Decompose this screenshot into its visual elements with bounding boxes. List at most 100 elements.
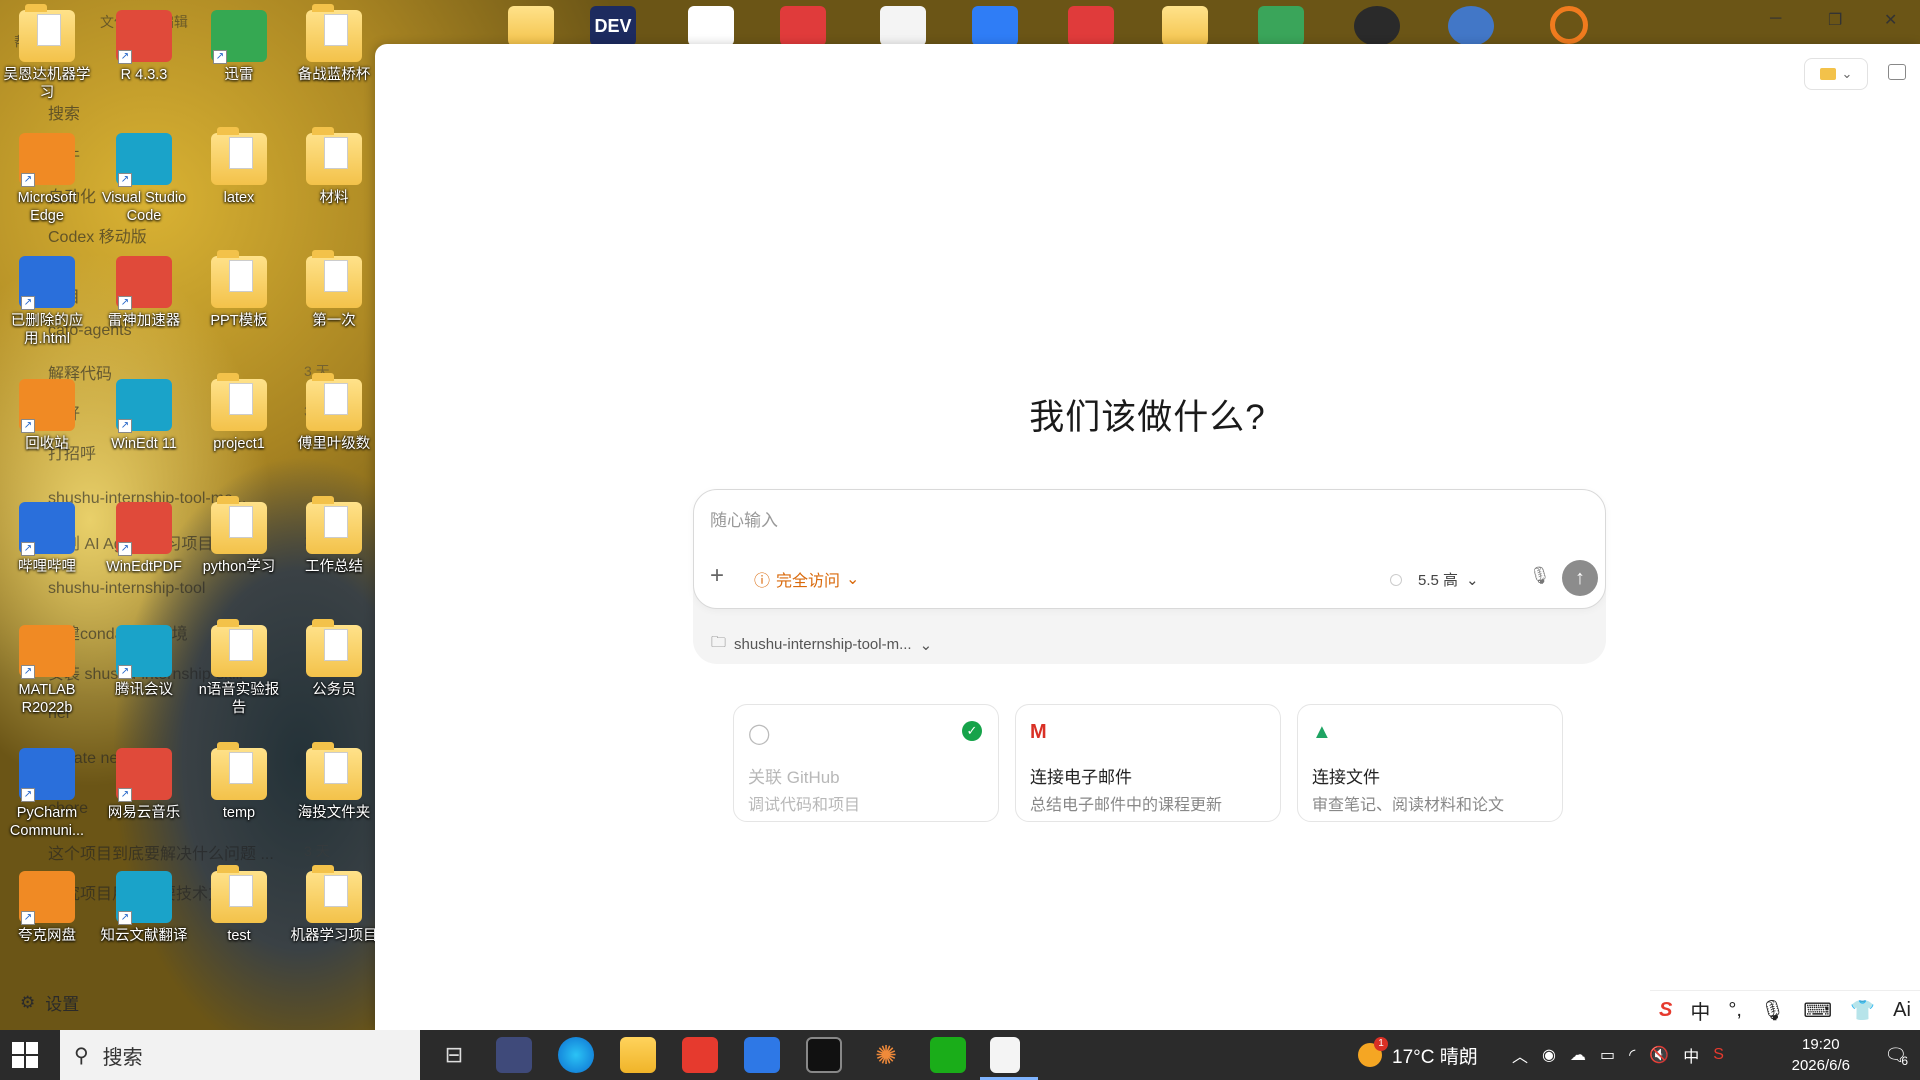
connector-card[interactable]: ◯ 关联 GitHub 调试代码和项目 ✓ bbox=[733, 704, 999, 822]
app-icon[interactable] bbox=[688, 6, 734, 46]
desktop-icon[interactable]: ↗ 夸克网盘 bbox=[0, 871, 94, 945]
prompt-input[interactable]: 随心输入 bbox=[710, 506, 778, 531]
open-in-dropdown[interactable]: ⌄ bbox=[1804, 58, 1868, 90]
task-view-icon[interactable]: ⊟ bbox=[436, 1037, 472, 1073]
background-thread-item[interactable]: shushu-internship-tool bbox=[48, 580, 205, 598]
toggle-panel-icon[interactable] bbox=[1888, 64, 1906, 80]
settings-button[interactable]: ⚙ 设置 bbox=[20, 990, 79, 1015]
background-thread-item[interactable]: 搜索 bbox=[48, 100, 80, 124]
desktop-icon[interactable]: 备战蓝桥杯 bbox=[287, 4, 381, 84]
desktop-icon[interactable]: python学习 bbox=[192, 496, 286, 576]
system-clock[interactable]: 19:20 2026/6/6 bbox=[1792, 1034, 1850, 1076]
folder-icon[interactable] bbox=[508, 6, 554, 46]
wps-icon[interactable] bbox=[682, 1037, 718, 1073]
desktop-icon[interactable]: ↗ 知云文献翻译 bbox=[97, 871, 191, 945]
desktop-icon[interactable]: ↗ 已删除的应用.html bbox=[0, 256, 94, 348]
language-indicator[interactable]: 中 bbox=[1683, 1043, 1699, 1067]
desktop-icon[interactable]: ↗ 哔哩哔哩 bbox=[0, 502, 94, 576]
taskbar-search-placeholder: 搜索 bbox=[102, 1046, 143, 1069]
desktop-icon[interactable]: ↗ 回收站 bbox=[0, 379, 94, 453]
desktop-icon[interactable]: ↗ Microsoft Edge bbox=[0, 133, 94, 225]
background-thread-item[interactable]: Codex 移动版 bbox=[48, 223, 147, 247]
codex-document-icon[interactable] bbox=[990, 1037, 1020, 1073]
folder-icon[interactable] bbox=[1162, 6, 1208, 46]
background-thread-item[interactable]: 这个项目到底要解决什么问题 ... bbox=[48, 840, 274, 864]
desktop-icon[interactable]: PPT模板 bbox=[192, 250, 286, 330]
add-attachment-button[interactable]: + bbox=[710, 562, 724, 590]
powershell-icon[interactable] bbox=[744, 1037, 780, 1073]
desktop-icon[interactable]: ↗ 腾讯会议 bbox=[97, 625, 191, 699]
devcpp-icon[interactable]: DEV bbox=[590, 6, 636, 46]
gauge-icon[interactable] bbox=[1354, 6, 1400, 46]
desktop-icon[interactable]: ↗ MATLAB R2022b bbox=[0, 625, 94, 717]
windows-start-icon[interactable] bbox=[12, 1042, 38, 1068]
desktop-icon[interactable]: 机器学习项目 bbox=[287, 865, 381, 945]
feishu-icon[interactable] bbox=[972, 6, 1018, 46]
home-app-icon[interactable] bbox=[1448, 6, 1494, 46]
desktop-icon[interactable]: ↗ PyCharm Communi... bbox=[0, 748, 94, 840]
cloud-icon[interactable]: ☁ bbox=[1570, 1045, 1586, 1065]
volume-muted-icon[interactable]: 🔇 bbox=[1649, 1045, 1669, 1065]
keyboard-icon[interactable]: ⌨ bbox=[1803, 998, 1832, 1023]
wps-pdf-icon[interactable] bbox=[1068, 6, 1114, 46]
desktop-icon[interactable]: 傅里叶级数 bbox=[287, 373, 381, 453]
desktop-icon[interactable]: latex bbox=[192, 127, 286, 207]
edge-icon[interactable] bbox=[558, 1037, 594, 1073]
gear-icon: ⚙ bbox=[20, 992, 36, 1012]
sogou-icon[interactable]: S bbox=[1713, 1046, 1724, 1064]
claude-icon[interactable]: ✺ bbox=[868, 1037, 904, 1073]
ime-toolbar: S 中 °, 🎙 ⌨ 👕 Ai bbox=[1650, 990, 1920, 1030]
send-button[interactable]: ↑ bbox=[1562, 560, 1598, 596]
microphone-icon[interactable]: 🎙 bbox=[1760, 998, 1785, 1023]
desktop-icon[interactable]: ↗ R 4.3.3 bbox=[97, 10, 191, 84]
desktop-icon[interactable]: ↗ 雷神加速器 bbox=[97, 256, 191, 330]
terminal-icon[interactable] bbox=[806, 1037, 842, 1073]
battery-icon[interactable]: ▭ bbox=[1600, 1045, 1615, 1065]
desktop-icon[interactable]: 材料 bbox=[287, 127, 381, 207]
ai-icon[interactable]: Ai bbox=[1893, 999, 1911, 1022]
notification-button[interactable]: 🗨 6 bbox=[1884, 1030, 1908, 1080]
connector-card[interactable]: ▲ 连接文件 审查笔记、阅读材料和论文 bbox=[1297, 704, 1563, 822]
taskbar-search[interactable]: ⚲ 搜索 bbox=[60, 1030, 420, 1080]
desktop-icon[interactable]: test bbox=[192, 865, 286, 945]
desktop-icon[interactable]: ↗ 迅雷 bbox=[192, 10, 286, 84]
circle-app-icon[interactable] bbox=[1550, 6, 1588, 44]
file-explorer-icon[interactable] bbox=[620, 1037, 656, 1073]
workspace-folder-selector[interactable]: 🗀 shushu-internship-tool-m... ⌄ bbox=[711, 632, 932, 657]
desktop-icon[interactable]: 公务员 bbox=[287, 619, 381, 699]
chart-app-icon[interactable] bbox=[1258, 6, 1304, 46]
document-icon[interactable] bbox=[880, 6, 926, 46]
meeting-tray-icon[interactable]: ◉ bbox=[1542, 1045, 1556, 1065]
skin-icon[interactable]: 👕 bbox=[1850, 998, 1875, 1023]
chevron-down-icon: ⌄ bbox=[1466, 571, 1479, 589]
punctuation-icon[interactable]: °, bbox=[1728, 999, 1742, 1022]
desktop-icon[interactable]: 海投文件夹 bbox=[287, 742, 381, 822]
model-selector[interactable]: 5.5 高 ⌄ bbox=[1390, 569, 1479, 590]
app-icon[interactable] bbox=[496, 1037, 532, 1073]
connector-card[interactable]: M 连接电子邮件 总结电子邮件中的课程更新 bbox=[1015, 704, 1281, 822]
weather-widget[interactable]: 1 17°C 晴朗 bbox=[1358, 1030, 1478, 1080]
desktop-icon[interactable]: ↗ Visual Studio Code bbox=[97, 133, 191, 225]
desktop-icon[interactable]: 第一次 bbox=[287, 250, 381, 330]
sogou-logo-icon[interactable]: S bbox=[1659, 999, 1672, 1022]
desktop-icon[interactable]: ↗ WinEdt 11 bbox=[97, 379, 191, 453]
minimize-icon[interactable]: ─ bbox=[1770, 10, 1781, 28]
wps-pdf-icon[interactable] bbox=[780, 6, 826, 46]
desktop-icon[interactable]: 工作总结 bbox=[287, 496, 381, 576]
desktop-icon[interactable]: ↗ WinEdtPDF bbox=[97, 502, 191, 576]
chinese-mode-indicator[interactable]: 中 bbox=[1690, 996, 1710, 1025]
desktop-icon[interactable]: ↗ 网易云音乐 bbox=[97, 748, 191, 822]
folder-icon bbox=[306, 865, 362, 923]
desktop-icon[interactable]: 吴恩达机器学习 bbox=[0, 4, 94, 102]
shortcut-arrow-icon: ↗ bbox=[21, 542, 35, 556]
wifi-icon[interactable]: ◜ bbox=[1629, 1045, 1635, 1065]
maximize-icon[interactable]: ❐ bbox=[1828, 10, 1842, 30]
permission-selector[interactable]: ⓘ 完全访问 ⌄ bbox=[754, 567, 859, 591]
wechat-icon[interactable] bbox=[930, 1037, 966, 1073]
close-icon[interactable]: ✕ bbox=[1884, 10, 1897, 30]
desktop-icon[interactable]: temp bbox=[192, 742, 286, 822]
chevron-up-icon[interactable]: ︿ bbox=[1512, 1043, 1528, 1067]
microphone-icon[interactable]: 🎙 bbox=[1529, 566, 1551, 586]
desktop-icon[interactable]: n语音实验报告 bbox=[192, 619, 286, 717]
desktop-icon[interactable]: project1 bbox=[192, 373, 286, 453]
